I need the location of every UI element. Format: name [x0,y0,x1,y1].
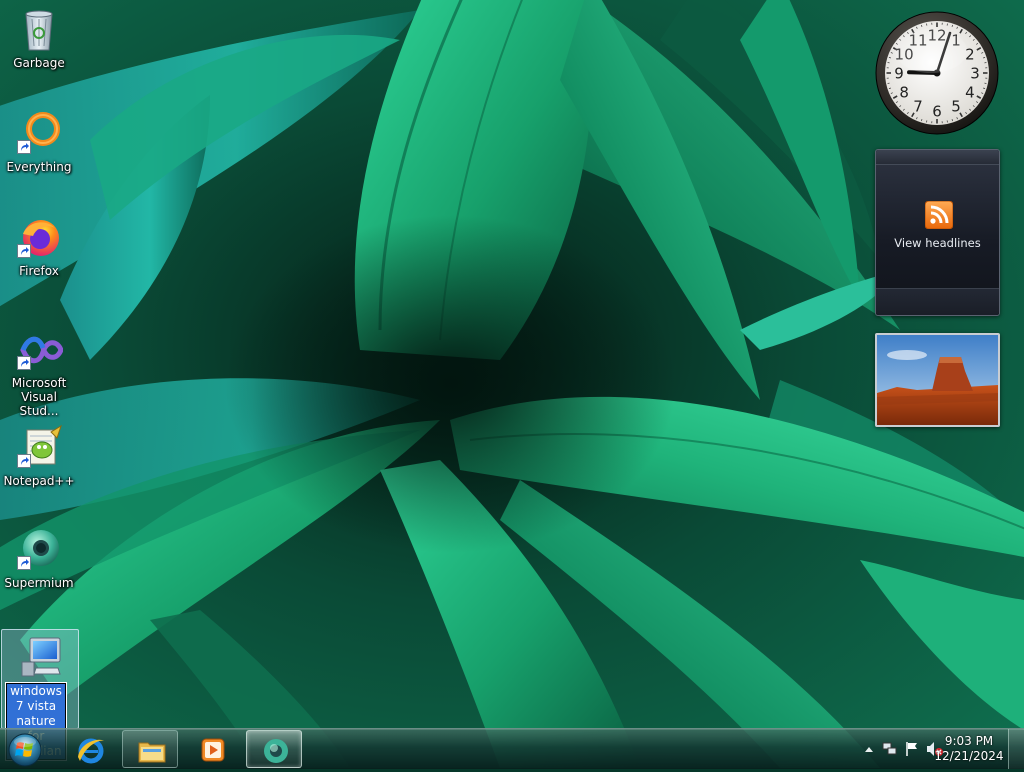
rss-icon [925,201,953,229]
desktop-icon-visual-studio[interactable]: Microsoft Visual Stud... [1,326,77,418]
taskbar-time: 9:03 PM [934,734,1004,749]
shortcut-arrow-icon [17,140,31,154]
clock-gadget[interactable]: 123456789101112 [874,10,1000,136]
feed-gadget-footer [876,288,999,315]
desktop-icon-garbage[interactable]: Garbage [1,6,77,70]
clock-numeral: 6 [932,103,942,121]
desktop-icon-label: Notepad++ [1,474,77,488]
taskbar-windows-explorer[interactable] [122,730,178,768]
shortcut-arrow-icon [17,356,31,370]
feed-headlines-gadget[interactable]: View headlines [875,149,1000,316]
clock-numeral: 5 [951,97,961,115]
action-center-flag-icon[interactable] [904,741,920,757]
desert-butte-photo [877,335,998,425]
desktop-icon-notepadpp[interactable]: Notepad++ [1,424,77,488]
desktop-icon-everything[interactable]: Everything [1,110,77,174]
desktop-icon-computer[interactable]: windows 7 vista nature for brazilian [1,629,79,729]
clock-numeral: 8 [899,84,909,102]
desktop-icon-label: Garbage [1,56,77,70]
desktop-icon-label: Firefox [1,264,77,278]
view-headlines-link[interactable]: View headlines [876,236,999,250]
show-desktop-button[interactable] [1008,729,1024,769]
desktop-icon-label: Microsoft Visual Stud... [1,376,77,418]
slideshow-gadget[interactable] [875,333,1000,427]
computer-icon [16,632,64,680]
shortcut-arrow-icon [17,244,31,258]
taskbar: 9:03 PM 12/21/2024 [0,728,1024,769]
media-player-icon [198,735,228,765]
desktop-icon-label: Everything [1,160,77,174]
desktop-icon-label: Supermium [1,576,77,590]
taskbar-media-player[interactable] [184,730,240,768]
shortcut-arrow-icon [17,556,31,570]
taskbar-supermium[interactable] [246,730,302,768]
internet-explorer-icon [76,735,106,765]
supermium-icon [261,736,291,766]
network-icon[interactable] [882,741,898,757]
system-tray: 9:03 PM 12/21/2024 [834,729,1024,769]
desktop-wallpaper [0,0,1024,768]
clock-glass-highlight [895,29,967,73]
folder-icon [137,736,167,766]
desktop-icon-supermium[interactable]: Supermium [1,526,77,590]
clock-numeral: 7 [913,97,923,115]
taskbar-date: 12/21/2024 [934,749,1004,764]
clock-numeral: 9 [894,65,904,83]
show-hidden-icons-icon[interactable] [864,745,874,753]
windows-orb-icon [3,730,47,768]
clock-numeral: 3 [970,65,980,83]
start-button[interactable] [3,730,47,768]
recycle-bin-icon [15,6,63,54]
taskbar-internet-explorer[interactable] [62,730,118,768]
shortcut-arrow-icon [17,454,31,468]
desktop-icon-firefox[interactable]: Firefox [1,214,77,278]
clock-numeral: 4 [965,84,975,102]
taskbar-clock[interactable]: 9:03 PM 12/21/2024 [934,734,1004,764]
feed-gadget-header [876,150,999,165]
